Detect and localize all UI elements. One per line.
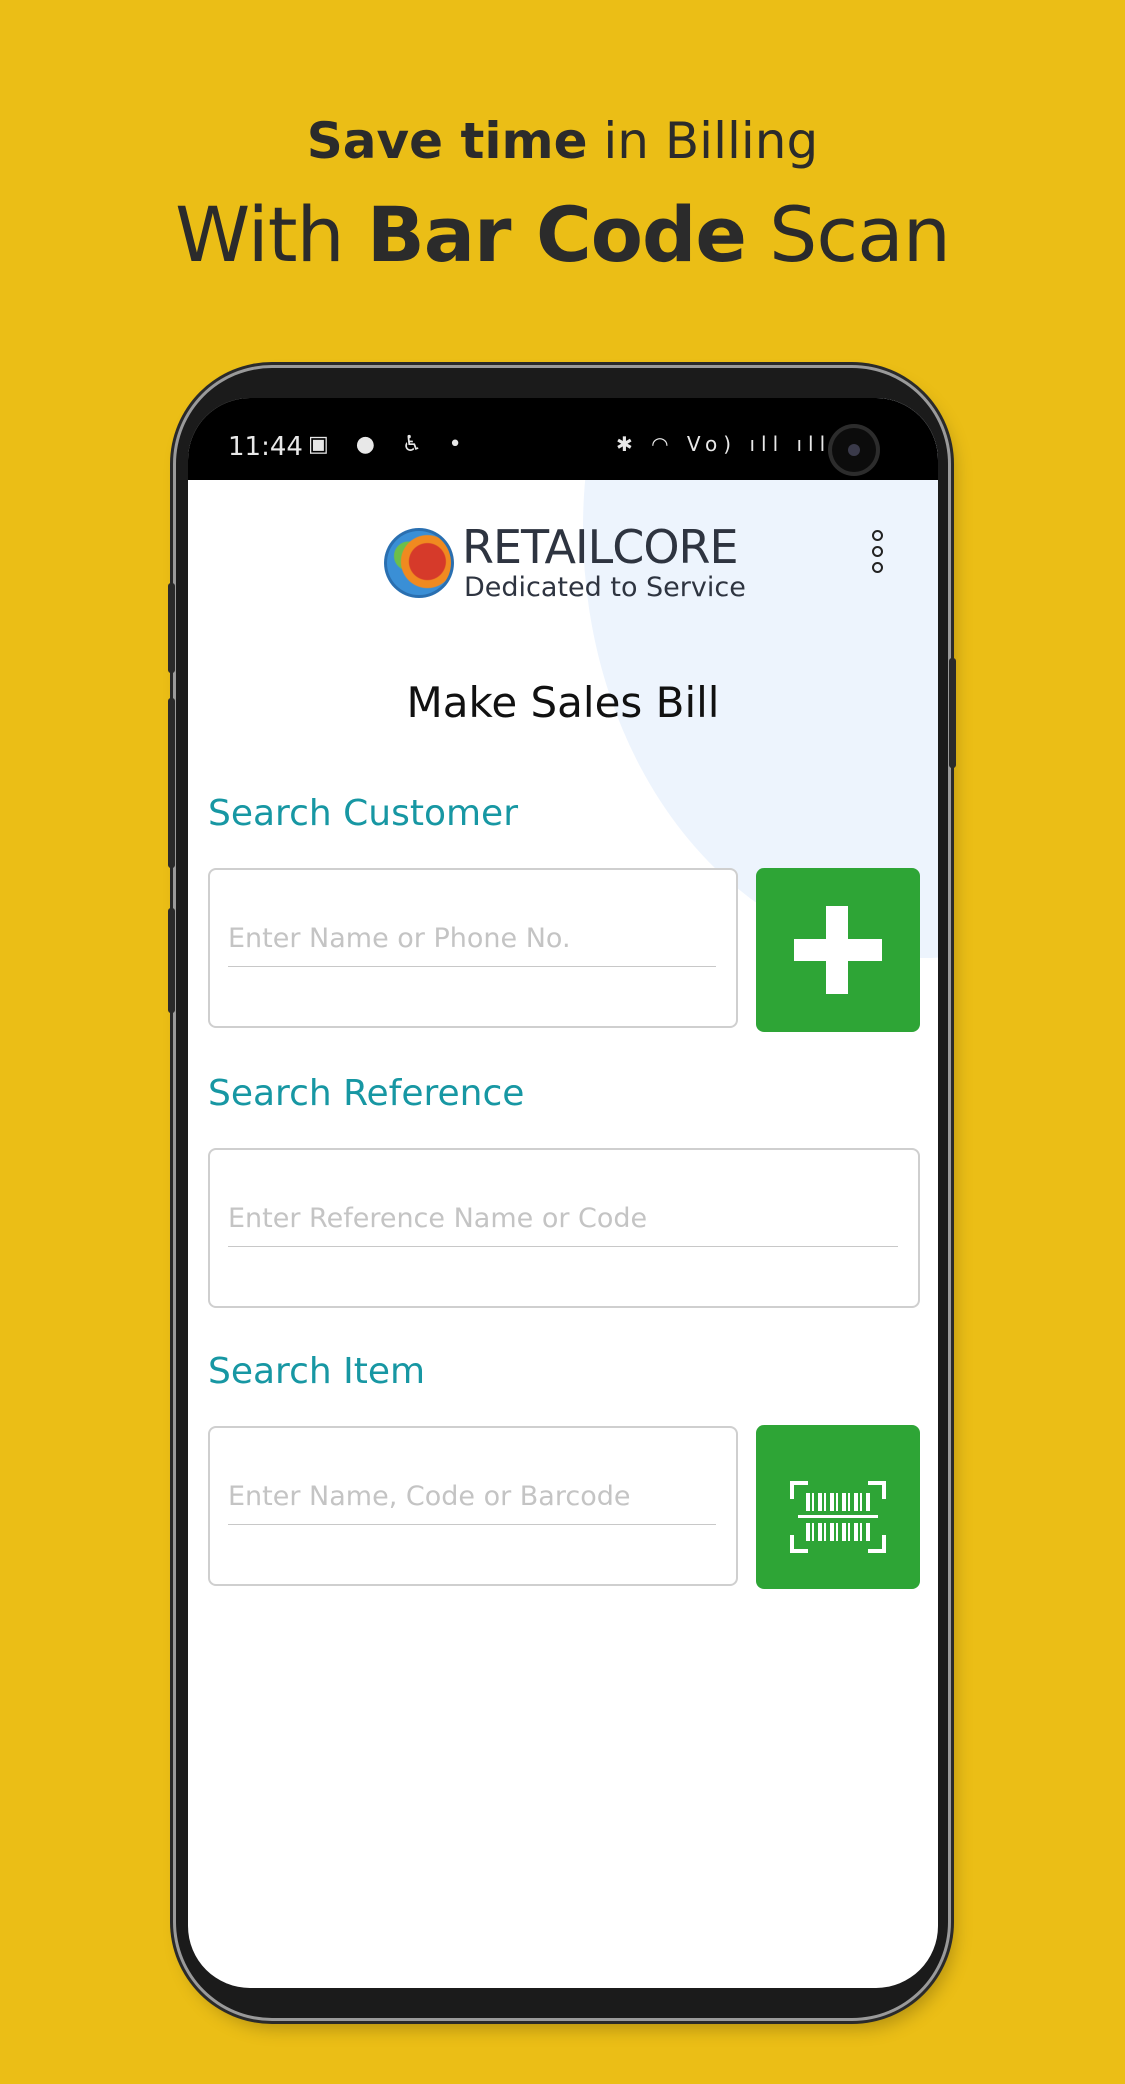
- promo-headline-1-bold: Save time: [306, 112, 588, 170]
- item-field-box: [208, 1426, 738, 1586]
- phone-side-button: [168, 583, 175, 673]
- status-system-icons: ✱ ◠ Vo) ıll ıll ▮: [616, 432, 861, 456]
- phone-side-button: [949, 658, 956, 768]
- more-vertical-icon[interactable]: [872, 530, 884, 578]
- phone-screen: 11:44 ▣ ● ♿ • ✱ ◠ Vo) ıll ıll ▮ RETAILCO…: [188, 398, 938, 1988]
- promo-headline-2-post: Scan: [745, 190, 951, 279]
- front-camera-icon: [828, 424, 880, 476]
- barcode-scan-icon: [790, 1481, 886, 1553]
- plus-icon-bar: [794, 939, 882, 961]
- page-title: Make Sales Bill: [406, 678, 720, 727]
- brand-name: RETAILCORE: [462, 520, 739, 574]
- status-time: 11:44: [228, 432, 303, 462]
- reference-field-box: [208, 1148, 920, 1308]
- search-item-label: Search Item: [208, 1351, 426, 1392]
- promo-headline-2: With Bar Code Scan: [0, 190, 1125, 279]
- phone-side-button: [168, 908, 175, 1013]
- promo-headline-2-bold: Bar Code: [366, 190, 747, 279]
- phone-frame: 11:44 ▣ ● ♿ • ✱ ◠ Vo) ıll ıll ▮ RETAILCO…: [168, 368, 956, 2018]
- add-customer-button[interactable]: [756, 868, 920, 1032]
- search-customer-label: Search Customer: [208, 793, 518, 834]
- promo-headline-1: Save time in Billing: [0, 112, 1125, 170]
- status-notification-icons: ▣ ● ♿ •: [308, 432, 472, 457]
- reference-search-input[interactable]: [228, 1190, 898, 1247]
- item-search-input[interactable]: [228, 1468, 716, 1525]
- search-reference-label: Search Reference: [208, 1073, 525, 1114]
- promo-headline-2-pre: With: [175, 190, 367, 279]
- status-bar: 11:44 ▣ ● ♿ • ✱ ◠ Vo) ıll ıll ▮: [188, 398, 938, 480]
- customer-field-box: [208, 868, 738, 1028]
- promo-headline-1-rest: in Billing: [587, 112, 819, 170]
- barcode-scan-button[interactable]: [756, 1425, 920, 1589]
- globe-logo-icon: [384, 528, 454, 598]
- app-logo: RETAILCORE Dedicated to Service: [384, 520, 764, 610]
- phone-side-button: [168, 698, 175, 868]
- customer-search-input[interactable]: [228, 910, 716, 967]
- brand-tagline: Dedicated to Service: [464, 572, 746, 603]
